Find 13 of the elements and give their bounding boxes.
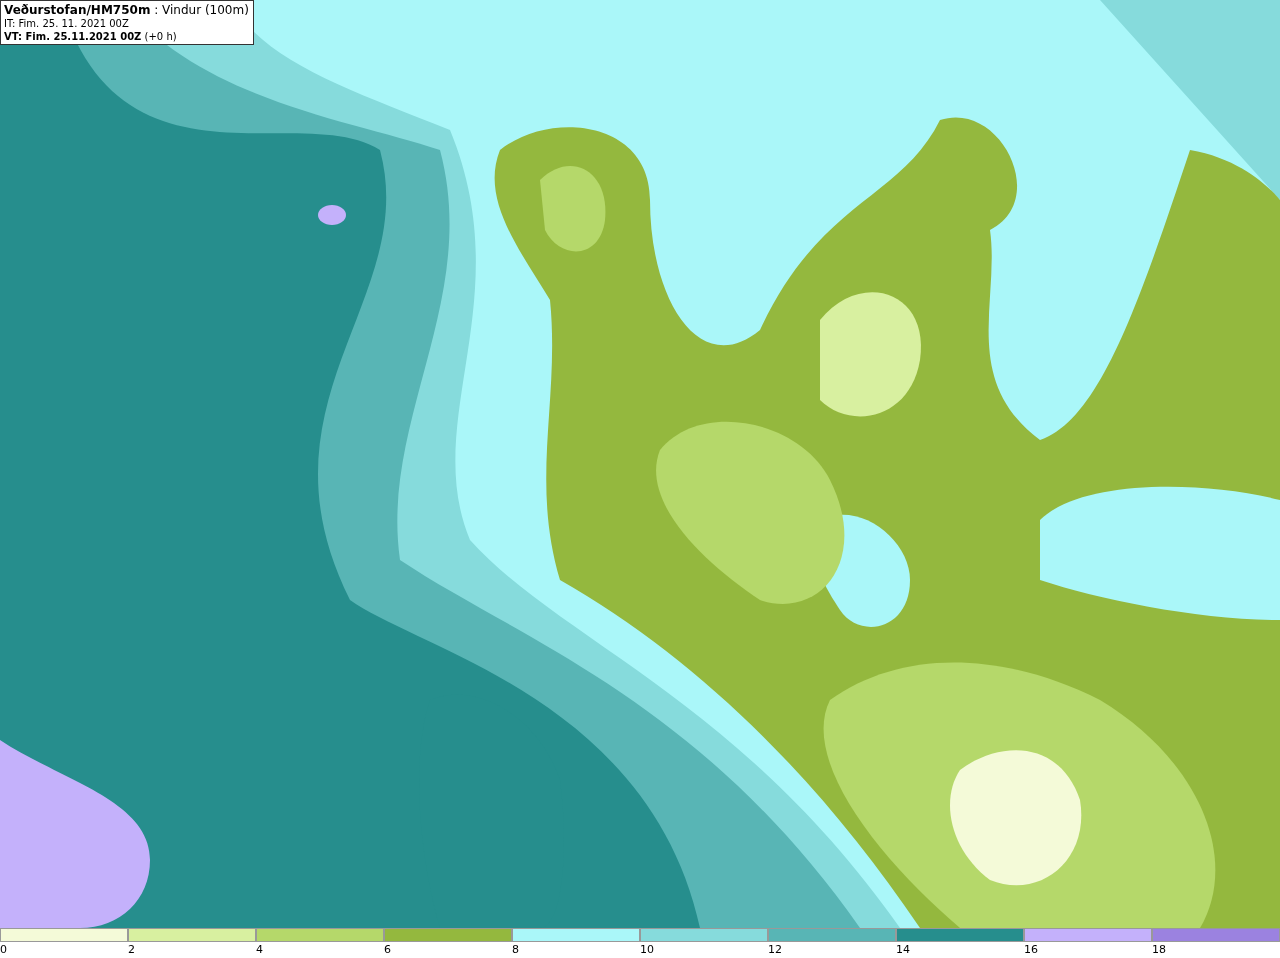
legend-label: 16 (1024, 943, 1038, 956)
legend-label: 10 (640, 943, 654, 956)
legend-label: 0 (0, 943, 7, 956)
issue-time: IT: Fim. 25. 11. 2021 00Z (4, 18, 129, 29)
legend-label: 6 (384, 943, 391, 956)
map-title: Veðurstofan/HM750m : Vindur (100m) (4, 3, 249, 17)
valid-time: VT: Fim. 25.11.2021 00Z (+0 h) (4, 31, 177, 42)
legend-label: 18 (1152, 943, 1166, 956)
legend-label: 14 (896, 943, 910, 956)
legend-label: 4 (256, 943, 263, 956)
legend-label: 12 (768, 943, 782, 956)
legend-label: 2 (128, 943, 135, 956)
legend-label: 8 (512, 943, 519, 956)
